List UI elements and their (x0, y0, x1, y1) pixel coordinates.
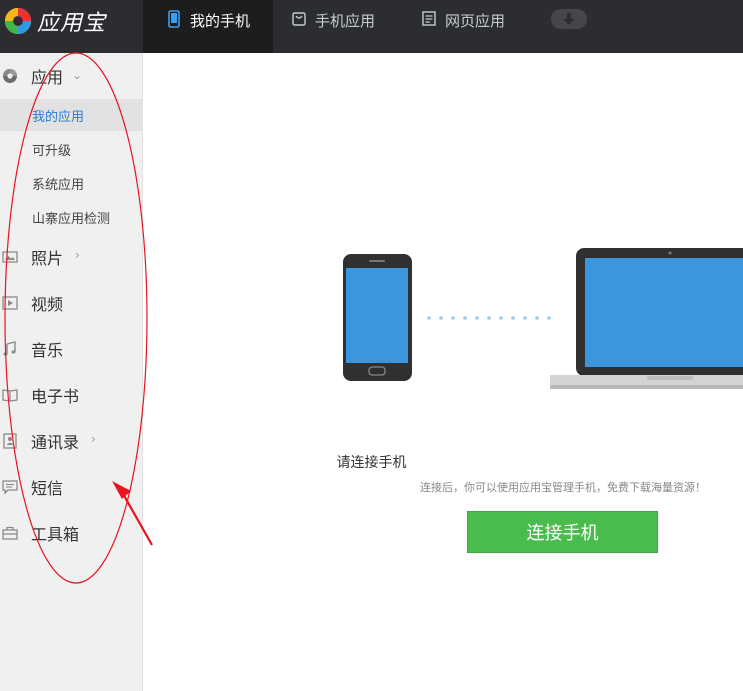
sidebar-item-toolbox[interactable]: 工具箱 (0, 518, 142, 548)
chevron-down-icon: ⌄ (72, 68, 83, 82)
sidebar-subitem-my-apps[interactable]: 我的应用 (0, 99, 142, 131)
contacts-icon (3, 433, 17, 449)
ebook-icon (2, 389, 18, 402)
connect-description: 连接后，你可以使用应用宝管理手机，免费下载海量资源！ (420, 481, 706, 494)
app-logo-icon (5, 8, 31, 34)
connection-dots (427, 316, 551, 320)
sidebar-item-label: 电子书 (31, 387, 80, 406)
phone-illustration (343, 254, 412, 381)
laptop-illustration (550, 248, 743, 389)
sidebar-item-label: 照片 (31, 249, 64, 268)
sidebar-item-label: 视频 (31, 295, 64, 314)
sidebar-item-apps[interactable]: 应用 ⌄ (0, 61, 142, 91)
tab-label: 手机应用 (315, 12, 376, 30)
sidebar-item-label: 工具箱 (31, 525, 80, 544)
sidebar-item-label: 应用 (31, 68, 64, 87)
sidebar-item-music[interactable]: 音乐 (0, 334, 142, 364)
sidebar-subitem-label: 可升级 (32, 143, 72, 159)
chevron-right-icon: › (75, 248, 80, 262)
video-icon (2, 296, 18, 310)
tab-label: 我的手机 (189, 12, 250, 30)
connect-title: 请连接手机 (336, 455, 407, 471)
apps-icon (3, 69, 17, 83)
download-icon (563, 13, 575, 25)
sidebar-item-label: 音乐 (31, 341, 64, 360)
sidebar-item-ebooks[interactable]: 电子书 (0, 380, 142, 410)
connect-illustration (343, 248, 743, 389)
tab-my-phone[interactable]: 我的手机 (143, 0, 273, 53)
tab-label: 网页应用 (445, 12, 506, 30)
chevron-right-icon: › (91, 432, 96, 446)
photo-icon (2, 251, 18, 263)
phone-icon (168, 10, 180, 28)
sidebar-item-label: 通讯录 (31, 433, 80, 452)
music-icon (3, 341, 16, 356)
download-button[interactable] (551, 9, 587, 29)
sidebar-subitem-label: 系统应用 (32, 177, 85, 193)
sidebar-item-photos[interactable]: 照片 › (0, 242, 142, 272)
main-content (143, 53, 743, 691)
sidebar-subitem-upgradable[interactable]: 可升级 (0, 133, 142, 165)
top-bar: 应用宝 我的手机 手机应用 网页应用 (0, 0, 743, 53)
sidebar-subitem-label: 我的应用 (32, 109, 85, 125)
sidebar: 应用 ⌄ 我的应用 可升级 系统应用 山寨应用检测 照片 › 视频 音乐 电子书… (0, 53, 143, 691)
bag-icon (292, 12, 306, 26)
sidebar-subitem-label: 山寨应用检测 (32, 211, 111, 227)
sidebar-subitem-system-apps[interactable]: 系统应用 (0, 167, 142, 199)
tab-web-apps[interactable]: 网页应用 (421, 0, 505, 53)
sidebar-subitem-counterfeit-check[interactable]: 山寨应用检测 (0, 201, 142, 233)
connect-phone-button[interactable]: 连接手机 (467, 511, 658, 553)
tab-phone-apps[interactable]: 手机应用 (291, 0, 375, 53)
app-name: 应用宝 (37, 11, 107, 36)
toolbox-icon (2, 526, 18, 540)
sidebar-item-videos[interactable]: 视频 (0, 288, 142, 318)
app-logo[interactable]: 应用宝 (0, 0, 143, 53)
webpage-icon (422, 11, 436, 26)
